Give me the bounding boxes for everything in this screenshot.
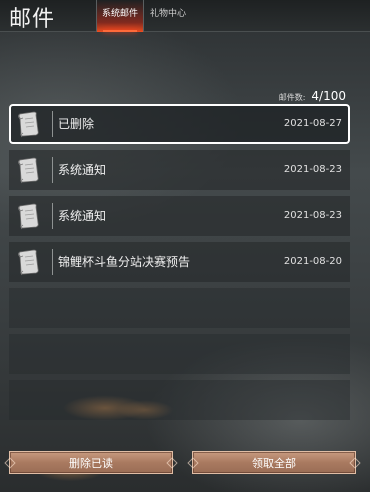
row-divider xyxy=(52,203,53,229)
scroll-icon xyxy=(18,157,39,184)
top-bar: 邮件 系统邮件 礼物中心 xyxy=(0,0,370,32)
mail-count-value: 4/100 xyxy=(311,89,346,103)
mail-item[interactable]: 系统通知 2021-08-23 xyxy=(9,150,350,190)
mail-count: 邮件数: 4/100 xyxy=(279,89,346,103)
page-title: 邮件 xyxy=(9,7,56,32)
mail-subject: 系统通知 xyxy=(58,163,107,177)
mail-date: 2021-08-27 xyxy=(283,118,342,129)
mail-subject: 锦鲤杯斗鱼分站决赛预告 xyxy=(58,255,191,269)
mail-subject: 已删除 xyxy=(58,117,95,131)
mail-item[interactable]: 系统通知 2021-08-23 xyxy=(9,196,350,236)
claim-all-button[interactable]: 领取全部 xyxy=(192,451,356,474)
row-divider xyxy=(52,111,53,137)
scroll-icon xyxy=(18,111,39,138)
row-divider xyxy=(52,249,53,275)
tab-system-mail[interactable]: 系统邮件 xyxy=(96,0,144,32)
empty-mail-slot xyxy=(9,334,350,374)
mail-list: 已删除 2021-08-27 系统通知 2021-08-23 系统通知 2021… xyxy=(9,104,350,426)
empty-mail-slot xyxy=(9,380,350,420)
row-divider xyxy=(52,157,53,183)
empty-mail-slot xyxy=(9,288,350,328)
scroll-icon xyxy=(18,249,39,276)
tab-gift-center[interactable]: 礼物中心 xyxy=(146,0,190,32)
mail-subject: 系统通知 xyxy=(58,209,107,223)
mail-count-label: 邮件数: xyxy=(278,93,306,102)
mail-date: 2021-08-23 xyxy=(283,210,342,221)
delete-read-button[interactable]: 删除已读 xyxy=(9,451,173,474)
mail-date: 2021-08-23 xyxy=(283,164,342,175)
scroll-icon xyxy=(18,203,39,230)
mail-item[interactable]: 锦鲤杯斗鱼分站决赛预告 2021-08-20 xyxy=(9,242,350,282)
mail-date: 2021-08-20 xyxy=(283,256,342,267)
mail-item[interactable]: 已删除 2021-08-27 xyxy=(9,104,350,144)
